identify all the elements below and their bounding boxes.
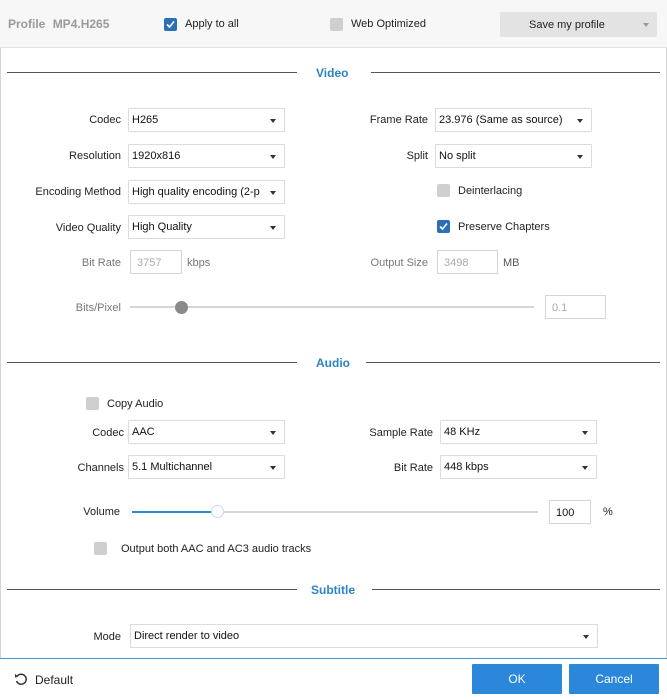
chevron-down-icon <box>583 635 589 639</box>
profile-label: Profile <box>8 17 46 31</box>
audio-bit-rate-value: 448 kbps <box>444 461 489 473</box>
deinterlacing-checkbox[interactable] <box>437 184 450 197</box>
audio-bit-rate-label: Bit Rate <box>393 462 433 474</box>
video-quality-select[interactable]: High Quality <box>128 215 285 239</box>
split-value: No split <box>439 150 476 162</box>
default-label: Default <box>35 673 74 687</box>
subtitle-divider-right <box>372 589 660 590</box>
video-divider-right <box>371 72 660 73</box>
save-profile-label: Save my profile <box>529 19 605 31</box>
resolution-select[interactable]: 1920x816 <box>128 144 285 168</box>
chevron-down-icon <box>643 23 649 27</box>
audio-codec-label: Codec <box>92 427 124 439</box>
volume-value: 100 <box>556 507 575 519</box>
channels-select[interactable]: 5.1 Multichannel <box>128 455 285 479</box>
video-quality-value: High Quality <box>132 221 192 233</box>
chevron-down-icon <box>270 191 276 195</box>
checkmark-icon <box>439 222 448 231</box>
channels-value: 5.1 Multichannel <box>132 461 213 473</box>
output-size-unit: MB <box>503 257 520 269</box>
chevron-down-icon <box>582 466 588 470</box>
preserve-chapters-checkbox[interactable] <box>437 220 450 233</box>
bits-pixel-value: 0.1 <box>552 302 568 314</box>
output-both-checkbox[interactable] <box>94 542 107 555</box>
video-codec-value: H265 <box>132 114 159 126</box>
profile-title: Profile MP4.H265 <box>8 17 109 31</box>
ok-button[interactable]: OK <box>472 664 562 694</box>
output-size-input[interactable]: 3498 <box>437 250 498 274</box>
video-bit-rate-value: 3757 <box>137 257 162 269</box>
video-quality-label: Video Quality <box>55 222 121 234</box>
profile-name: MP4.H265 <box>52 17 110 31</box>
bits-pixel-label: Bits/Pixel <box>75 302 121 314</box>
bits-pixel-slider-track[interactable] <box>130 306 534 308</box>
subtitle-divider-left <box>7 589 297 590</box>
web-optimized-label: Web Optimized <box>351 18 426 30</box>
copy-audio-checkbox[interactable] <box>86 397 99 410</box>
volume-slider-fill <box>132 511 218 513</box>
chevron-down-icon <box>577 119 583 123</box>
frame-rate-value: 23.976 (Same as source) <box>439 114 563 126</box>
resolution-value: 1920x816 <box>132 150 181 162</box>
video-bit-rate-label: Bit Rate <box>81 257 121 269</box>
audio-divider-right <box>366 362 660 363</box>
encoding-method-select[interactable]: High quality encoding (2-p <box>128 180 285 204</box>
sample-rate-label: Sample Rate <box>369 427 433 439</box>
chevron-down-icon <box>270 155 276 159</box>
chevron-down-icon <box>582 431 588 435</box>
deinterlacing-label: Deinterlacing <box>458 185 523 197</box>
subtitle-mode-label: Mode <box>93 631 121 643</box>
channels-label: Channels <box>77 462 124 474</box>
subtitle-mode-select[interactable]: Direct render to video <box>130 624 598 648</box>
output-both-label: Output both AAC and AC3 audio tracks <box>121 543 312 555</box>
video-section-title: Video <box>316 66 349 80</box>
copy-audio-label: Copy Audio <box>107 398 164 410</box>
output-size-value: 3498 <box>444 257 469 269</box>
video-bit-rate-input[interactable]: 3757 <box>130 250 182 274</box>
sample-rate-value: 48 KHz <box>444 426 481 438</box>
chevron-down-icon <box>270 466 276 470</box>
bits-pixel-slider-thumb[interactable] <box>174 301 188 314</box>
bits-pixel-input[interactable]: 0.1 <box>545 295 606 319</box>
video-bit-rate-unit: kbps <box>187 257 211 269</box>
chevron-down-icon <box>577 155 583 159</box>
web-optimized-checkbox[interactable] <box>330 18 343 31</box>
encoding-method-label: Encoding Method <box>35 186 121 198</box>
save-profile-dropdown[interactable]: Save my profile <box>500 12 657 37</box>
chevron-down-icon <box>270 119 276 123</box>
resolution-label: Resolution <box>69 150 121 162</box>
chevron-down-icon <box>270 431 276 435</box>
frame-rate-label: Frame Rate <box>369 114 428 126</box>
reset-icon <box>15 673 27 685</box>
apply-to-all-label: Apply to all <box>185 18 239 30</box>
output-size-label: Output Size <box>370 257 428 269</box>
audio-codec-select[interactable]: AAC <box>128 420 285 444</box>
cancel-button[interactable]: Cancel <box>569 664 659 694</box>
subtitle-mode-value: Direct render to video <box>134 630 240 642</box>
header-bar: Profile MP4.H265 Apply to all Web Optimi… <box>0 0 667 48</box>
preserve-chapters-label: Preserve Chapters <box>458 221 550 233</box>
video-codec-label: Codec <box>89 114 121 126</box>
split-label: Split <box>406 150 428 162</box>
footer-bar <box>0 658 667 700</box>
video-codec-select[interactable]: H265 <box>128 108 285 132</box>
checkmark-icon <box>166 20 175 29</box>
audio-section-title: Audio <box>316 356 350 370</box>
volume-input[interactable]: 100 <box>549 500 591 524</box>
subtitle-section-title: Subtitle <box>311 583 355 597</box>
apply-to-all-checkbox[interactable] <box>164 18 177 31</box>
encoding-method-value: High quality encoding (2-p <box>132 186 260 198</box>
video-divider-left <box>7 72 297 73</box>
chevron-down-icon <box>270 226 276 230</box>
volume-label: Volume <box>83 506 120 518</box>
sample-rate-select[interactable]: 48 KHz <box>440 420 597 444</box>
frame-rate-select[interactable]: 23.976 (Same as source) <box>435 108 592 132</box>
audio-divider-left <box>7 362 297 363</box>
audio-bit-rate-select[interactable]: 448 kbps <box>440 455 597 479</box>
audio-codec-value: AAC <box>132 426 155 438</box>
volume-unit: % <box>603 506 613 518</box>
split-select[interactable]: No split <box>435 144 592 168</box>
